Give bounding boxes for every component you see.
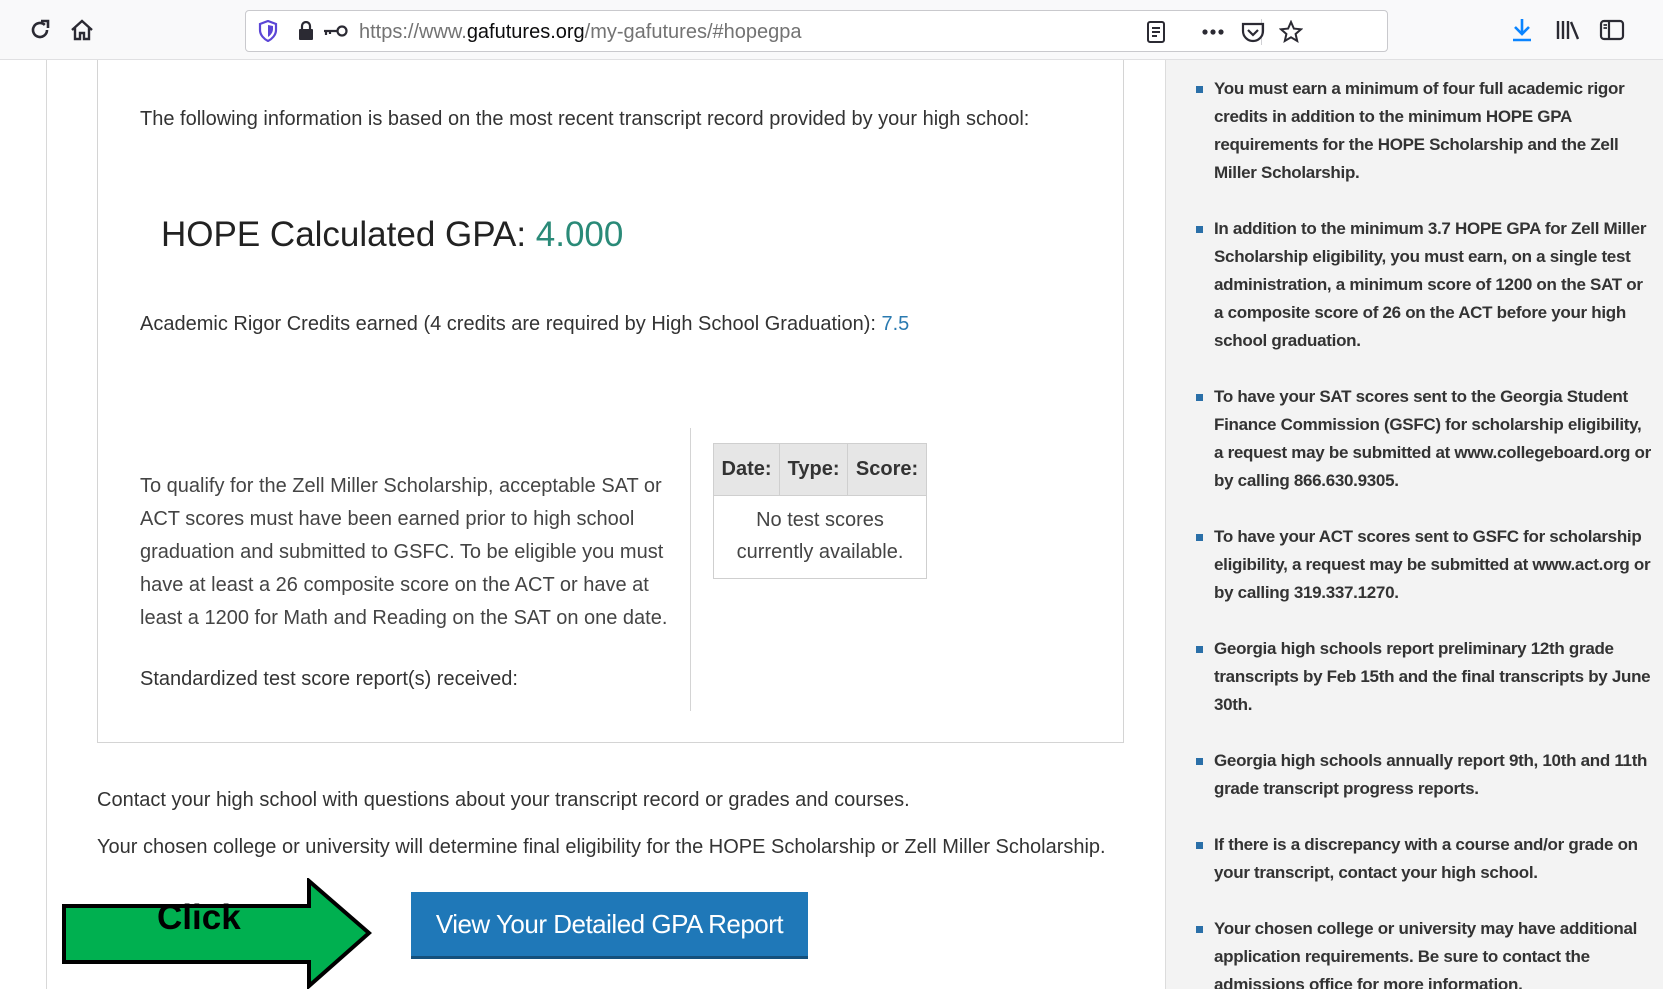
bullet-icon (1196, 842, 1203, 849)
test-score-table: Date: Type: Score: No test scores curren… (712, 443, 927, 579)
url-bar[interactable]: https://www.gafutures.org/my-gafutures/#… (245, 10, 1388, 52)
library-icon[interactable] (1552, 14, 1584, 46)
tip-text: In addition to the minimum 3.7 HOPE GPA … (1214, 219, 1647, 350)
view-gpa-report-button[interactable]: View Your Detailed GPA Report (411, 892, 808, 959)
bookmark-star-icon[interactable] (1276, 17, 1306, 47)
gpa-value: 4.000 (535, 215, 624, 254)
empty-table-message: No test scores currently available. (736, 509, 904, 563)
list-item: You must earn a minimum of four full aca… (1196, 75, 1651, 187)
bullet-icon (1196, 646, 1203, 653)
tip-text: You must earn a minimum of four full aca… (1214, 79, 1625, 182)
key-icon[interactable] (321, 19, 349, 43)
shield-icon[interactable] (256, 19, 280, 43)
rigor-label: Academic Rigor Credits earned (4 credits… (140, 313, 882, 335)
reload-icon[interactable] (24, 14, 56, 46)
reader-view-icon[interactable] (1141, 17, 1171, 47)
type-column-header: Type: (779, 443, 849, 496)
bullet-icon (1196, 926, 1203, 933)
column-divider (690, 428, 691, 711)
transcript-intro: The following information is based on th… (140, 108, 1030, 130)
list-item: Your chosen college or university may ha… (1196, 915, 1651, 989)
url-prefix: https://www. (359, 21, 467, 43)
download-icon[interactable] (1506, 14, 1538, 46)
browser-toolbar: https://www.gafutures.org/my-gafutures/#… (0, 0, 1663, 60)
bullet-icon (1196, 394, 1203, 401)
bullet-icon (1196, 226, 1203, 233)
tip-text: Georgia high schools annually report 9th… (1214, 751, 1648, 798)
contact-note: Contact your high school with questions … (97, 789, 910, 811)
page-border (46, 60, 47, 989)
hope-gpa: HOPE Calculated GPA: 4.000 (161, 215, 623, 255)
list-item: To have your ACT scores sent to GSFC for… (1196, 523, 1651, 607)
table-header-row: Date: Type: Score: (712, 443, 927, 496)
tip-text: Your chosen college or university may ha… (1214, 919, 1638, 989)
bullet-icon (1196, 758, 1203, 765)
pocket-icon[interactable] (1238, 17, 1268, 47)
zell-miller-requirements: To qualify for the Zell Miller Scholarsh… (140, 475, 668, 629)
tip-text: Georgia high schools report preliminary … (1214, 639, 1651, 714)
click-arrow: Click (62, 876, 373, 989)
url-path: /my-gafutures/#hopegpa (584, 21, 802, 43)
home-icon[interactable] (66, 14, 98, 46)
rigor-value: 7.5 (881, 313, 910, 335)
list-item: Georgia high schools annually report 9th… (1196, 747, 1651, 803)
arrow-label: Click (157, 898, 241, 937)
bullet-icon (1196, 534, 1203, 541)
info-sidebar: You must earn a minimum of four full aca… (1165, 60, 1663, 989)
eligibility-tips-list: You must earn a minimum of four full aca… (1196, 75, 1651, 989)
eligibility-note: Your chosen college or university will d… (97, 836, 1106, 858)
bullet-icon (1196, 86, 1203, 93)
rigor-credits: Academic Rigor Credits earned (4 credits… (140, 313, 909, 336)
list-item: If there is a discrepancy with a course … (1196, 831, 1651, 887)
gpa-label: HOPE Calculated GPA: (161, 215, 536, 254)
date-column-header: Date: (712, 443, 781, 496)
table-row: No test scores currently available. (714, 496, 927, 579)
url-host: gafutures.org (466, 21, 585, 43)
tip-text: To have your ACT scores sent to GSFC for… (1214, 527, 1651, 602)
sidebar-icon[interactable] (1596, 14, 1628, 46)
list-item: Georgia high schools report preliminary … (1196, 635, 1651, 719)
gpa-panel (97, 60, 1124, 743)
lock-icon[interactable] (296, 19, 316, 43)
list-item: In addition to the minimum 3.7 HOPE GPA … (1196, 215, 1651, 355)
url-text[interactable]: https://www.gafutures.org/my-gafutures/#… (359, 21, 801, 44)
tip-text: If there is a discrepancy with a course … (1214, 835, 1638, 882)
test-reports-label: Standardized test score report(s) receiv… (140, 668, 518, 690)
score-column-header: Score: (847, 443, 927, 496)
more-icon[interactable] (1198, 17, 1228, 47)
tip-text: To have your SAT scores sent to the Geor… (1214, 387, 1651, 490)
list-item: To have your SAT scores sent to the Geor… (1196, 383, 1651, 495)
